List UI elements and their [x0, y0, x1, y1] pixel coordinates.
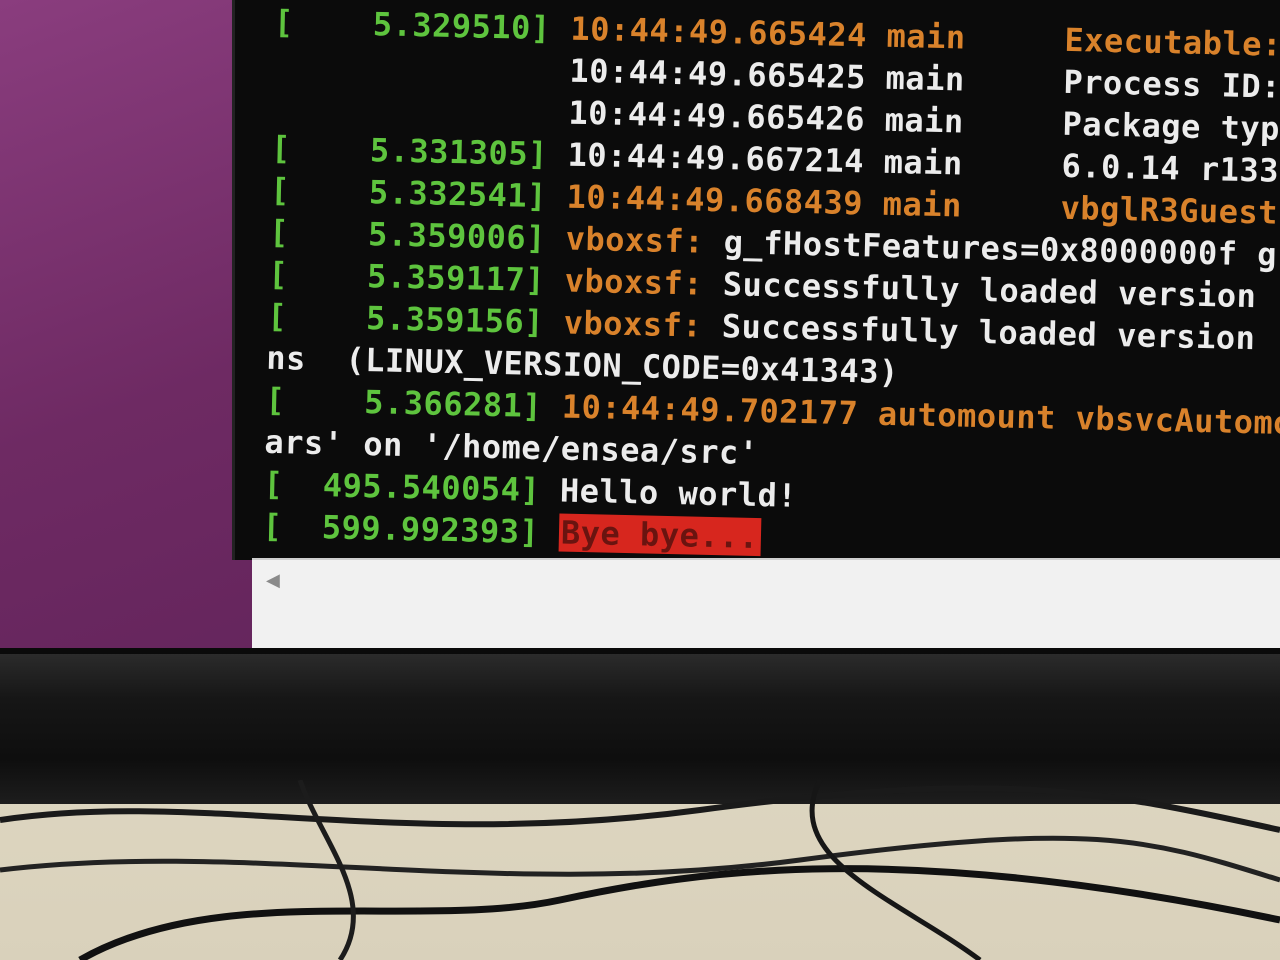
kernel-timestamp: [ 5.329510] — [273, 2, 552, 48]
horizontal-scrollbar[interactable]: ◀ — [252, 558, 1280, 650]
log-message: vbglR3Guest — [961, 186, 1279, 232]
log-message: 6.0.14 r133 — [962, 144, 1280, 190]
scroll-left-arrow-icon[interactable]: ◀ — [266, 570, 280, 591]
timestamp-spacer — [272, 87, 550, 131]
log-message — [539, 513, 560, 551]
kernel-timestamp: [ 5.359006] — [268, 212, 547, 258]
log-source: 10:44:49.667214 main — [547, 135, 964, 183]
photo-scene: [ 5.329510] 10:44:49.665424 main Executa… — [0, 0, 1280, 960]
kernel-timestamp: [ 5.359117] — [267, 254, 546, 300]
log-message: Process ID: — [964, 60, 1280, 106]
terminal-output: [ 5.329510] 10:44:49.665424 main Executa… — [235, 0, 1280, 560]
highlighted-message: Bye bye... — [558, 513, 762, 557]
kernel-timestamp: [ 5.332541] — [269, 170, 548, 216]
kernel-timestamp: [ 599.992393] — [262, 506, 540, 552]
log-source: 10:44:49.665425 main — [549, 51, 966, 99]
log-message: Hello world! — [539, 471, 798, 515]
terminal-window[interactable]: [ 5.329510] 10:44:49.665424 main Executa… — [232, 0, 1280, 560]
log-source: vboxsf: — [544, 261, 704, 303]
log-message: Executable: — [965, 18, 1280, 64]
timestamp-spacer — [273, 45, 551, 89]
kernel-timestamp: [ 5.359156] — [266, 296, 545, 342]
kernel-timestamp: [ 495.540054] — [263, 464, 541, 510]
kernel-timestamp: [ 5.331305] — [270, 128, 549, 174]
log-source: vboxsf: — [543, 303, 703, 345]
log-message: Package typ — [963, 102, 1280, 148]
log-source: vboxsf: — [545, 219, 705, 261]
kernel-timestamp: [ 5.366281] — [265, 380, 543, 426]
log-source: 10:44:49.665426 main — [548, 93, 965, 141]
desk-cables — [0, 780, 1280, 960]
log-source: 10:44:49.668439 main — [546, 177, 963, 225]
log-source: 10:44:49.665424 main — [550, 9, 967, 57]
